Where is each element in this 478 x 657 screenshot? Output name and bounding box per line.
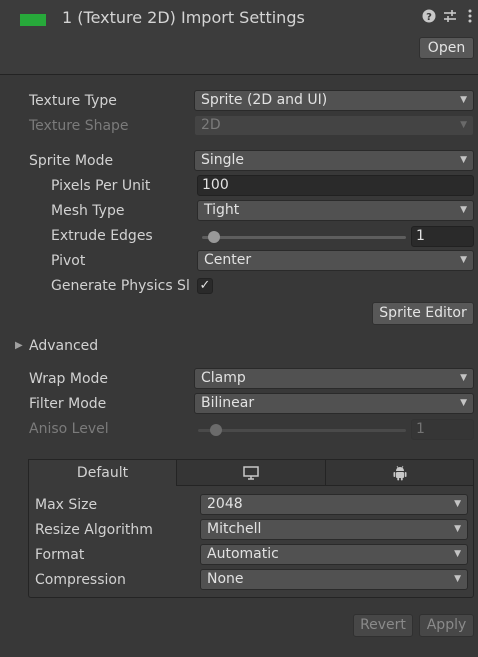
format-value: Automatic [207, 546, 279, 562]
texture-type-label: Texture Type [29, 93, 117, 109]
pivot-label: Pivot [51, 253, 86, 269]
inspector-title: 1 (Texture 2D) Import Settings [62, 8, 305, 27]
chevron-down-icon: ▼ [460, 95, 467, 105]
compression-label: Compression [35, 572, 126, 588]
chevron-down-icon: ▼ [454, 574, 461, 584]
mesh-type-value: Tight [204, 202, 240, 218]
extrude-edges-slider[interactable] [202, 236, 406, 239]
extrude-edges-label: Extrude Edges [51, 228, 153, 244]
extrude-edges-field[interactable]: 1 [411, 226, 474, 247]
sprite-mode-value: Single [201, 152, 245, 168]
chevron-down-icon: ▼ [460, 398, 467, 408]
filter-mode-label: Filter Mode [29, 396, 107, 412]
wrap-mode-dropdown[interactable]: Clamp ▼ [194, 368, 474, 389]
texture-icon [20, 14, 46, 26]
texture-type-value: Sprite (2D and UI) [201, 92, 328, 108]
generate-physics-shape-checkbox[interactable]: ✓ [197, 278, 213, 294]
apply-button[interactable]: Apply [419, 614, 474, 637]
texture-shape-label: Texture Shape [29, 118, 129, 134]
monitor-icon [243, 466, 259, 480]
help-icon[interactable]: ? [422, 9, 436, 25]
aniso-level-slider [198, 429, 406, 432]
sprite-editor-button[interactable]: Sprite Editor [372, 302, 474, 325]
texture-type-dropdown[interactable]: Sprite (2D and UI) ▼ [194, 90, 474, 111]
sprite-mode-label: Sprite Mode [29, 153, 114, 169]
texture-shape-dropdown: 2D ▼ [194, 115, 474, 136]
aniso-level-slider-thumb [209, 424, 222, 436]
wrap-mode-value: Clamp [201, 370, 246, 386]
chevron-down-icon: ▼ [454, 499, 461, 509]
tab-standalone[interactable] [177, 459, 326, 486]
max-size-value: 2048 [207, 496, 243, 512]
chevron-down-icon: ▼ [460, 155, 467, 165]
texture-shape-value: 2D [201, 117, 221, 133]
format-label: Format [35, 547, 85, 563]
chevron-down-icon: ▼ [460, 255, 467, 265]
tab-android[interactable] [326, 459, 474, 486]
foldout-arrow-icon[interactable]: ▶ [15, 340, 23, 351]
mesh-type-label: Mesh Type [51, 203, 125, 219]
revert-button[interactable]: Revert [353, 614, 413, 637]
tab-default[interactable]: Default [28, 459, 177, 486]
pixels-per-unit-label: Pixels Per Unit [51, 178, 151, 194]
aniso-level-field: 1 [411, 419, 474, 440]
filter-mode-value: Bilinear [201, 395, 255, 411]
sprite-mode-dropdown[interactable]: Single ▼ [194, 150, 474, 171]
aniso-level-label: Aniso Level [29, 421, 109, 437]
resize-algorithm-label: Resize Algorithm [35, 522, 153, 538]
advanced-foldout[interactable]: Advanced [29, 338, 98, 354]
mesh-type-dropdown[interactable]: Tight ▼ [197, 200, 474, 221]
max-size-dropdown[interactable]: 2048 ▼ [200, 494, 468, 515]
pivot-value: Center [204, 252, 252, 268]
compression-dropdown[interactable]: None ▼ [200, 569, 468, 590]
chevron-down-icon: ▼ [454, 549, 461, 559]
resize-algorithm-dropdown[interactable]: Mitchell ▼ [200, 519, 468, 540]
presets-icon[interactable] [443, 9, 457, 25]
chevron-down-icon: ▼ [454, 524, 461, 534]
svg-text:?: ? [426, 12, 432, 23]
extrude-edges-slider-thumb[interactable] [207, 231, 220, 243]
chevron-down-icon: ▼ [460, 373, 467, 383]
pixels-per-unit-field[interactable]: 100 [197, 175, 474, 196]
chevron-down-icon: ▼ [460, 120, 467, 130]
menu-icon[interactable] [463, 9, 477, 25]
generate-physics-shape-label: Generate Physics Sl [51, 278, 190, 294]
checkmark-icon: ✓ [199, 278, 211, 293]
wrap-mode-label: Wrap Mode [29, 371, 109, 387]
resize-algorithm-value: Mitchell [207, 521, 262, 537]
filter-mode-dropdown[interactable]: Bilinear ▼ [194, 393, 474, 414]
max-size-label: Max Size [35, 497, 98, 513]
chevron-down-icon: ▼ [460, 205, 467, 215]
open-button[interactable]: Open [419, 37, 474, 59]
compression-value: None [207, 571, 244, 587]
format-dropdown[interactable]: Automatic ▼ [200, 544, 468, 565]
android-icon [393, 465, 406, 481]
pivot-dropdown[interactable]: Center ▼ [197, 250, 474, 271]
